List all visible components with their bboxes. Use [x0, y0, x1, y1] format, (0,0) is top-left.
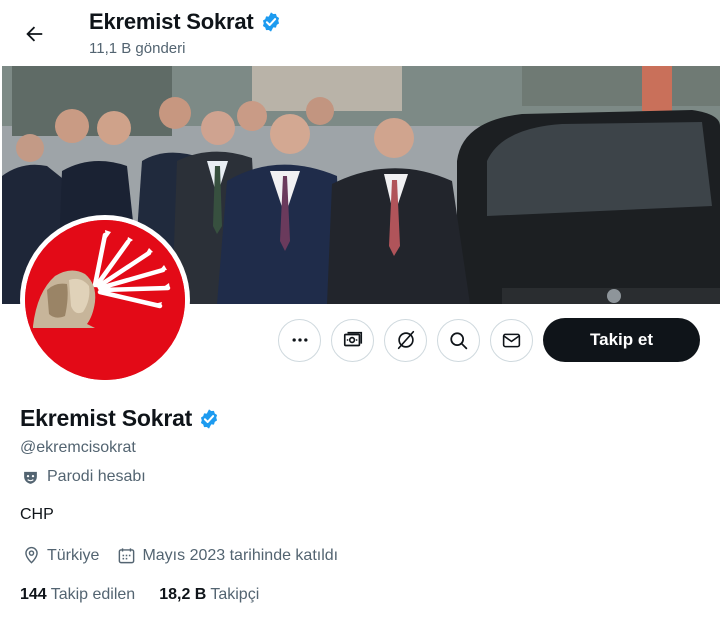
following-label: Takip edilen: [50, 586, 136, 603]
more-icon: [292, 338, 307, 342]
profile-actions: Takip et: [278, 318, 700, 362]
more-button[interactable]: [278, 318, 321, 362]
parody-text: Parodi hesabı: [47, 468, 146, 485]
parody-mask-icon: [24, 471, 37, 484]
verified-badge-icon: [262, 12, 279, 32]
profile-meta: Türkiye Mayıs 2023 tarihinde katıldı: [22, 546, 350, 565]
profile-name-row: Ekremist Sokrat: [20, 405, 220, 432]
money-icon: [343, 331, 362, 347]
following-link[interactable]: 144 Takip edilen: [20, 586, 135, 604]
location-text: Türkiye: [47, 546, 100, 564]
following-count: 144: [20, 586, 47, 603]
header-name: Ekremist Sokrat: [89, 9, 254, 34]
search-icon: [450, 331, 468, 349]
top-bar: Ekremist Sokrat 11,1 B gönderi: [0, 0, 722, 66]
profile-name: Ekremist Sokrat: [20, 405, 193, 431]
money-button[interactable]: [331, 318, 374, 362]
grok-icon: [397, 330, 414, 350]
calendar-icon: [119, 548, 135, 564]
followers-label: Takipçi: [210, 586, 260, 603]
profile-stats: 144 Takip edilen 18,2 B Takipçi: [20, 586, 259, 604]
followers-link[interactable]: 18,2 B Takipçi: [159, 586, 259, 604]
avatar-image: [25, 220, 185, 380]
profile-handle: @ekremcisokrat: [20, 439, 136, 456]
mail-icon: [502, 333, 521, 347]
search-button[interactable]: [437, 318, 480, 362]
follow-button[interactable]: Takip et: [543, 318, 700, 362]
message-button[interactable]: [490, 318, 533, 362]
parody-label: Parodi hesabı: [22, 468, 146, 486]
profile-bio: CHP: [20, 506, 54, 523]
back-arrow-icon: [26, 26, 43, 42]
grok-button[interactable]: [384, 318, 427, 362]
location-icon: [25, 546, 38, 564]
verified-badge-icon[interactable]: [198, 408, 220, 430]
post-count: 11,1 B gönderi: [89, 40, 186, 57]
back-button[interactable]: [14, 14, 54, 54]
profile-avatar[interactable]: [20, 215, 190, 385]
joined-text: Mayıs 2023 tarihinde katıldı: [142, 546, 339, 564]
followers-count: 18,2 B: [159, 586, 207, 603]
header-title: Ekremist Sokrat: [89, 9, 282, 35]
joined-item: Mayıs 2023 tarihinde katıldı: [117, 546, 338, 565]
location-item: Türkiye: [22, 546, 99, 565]
